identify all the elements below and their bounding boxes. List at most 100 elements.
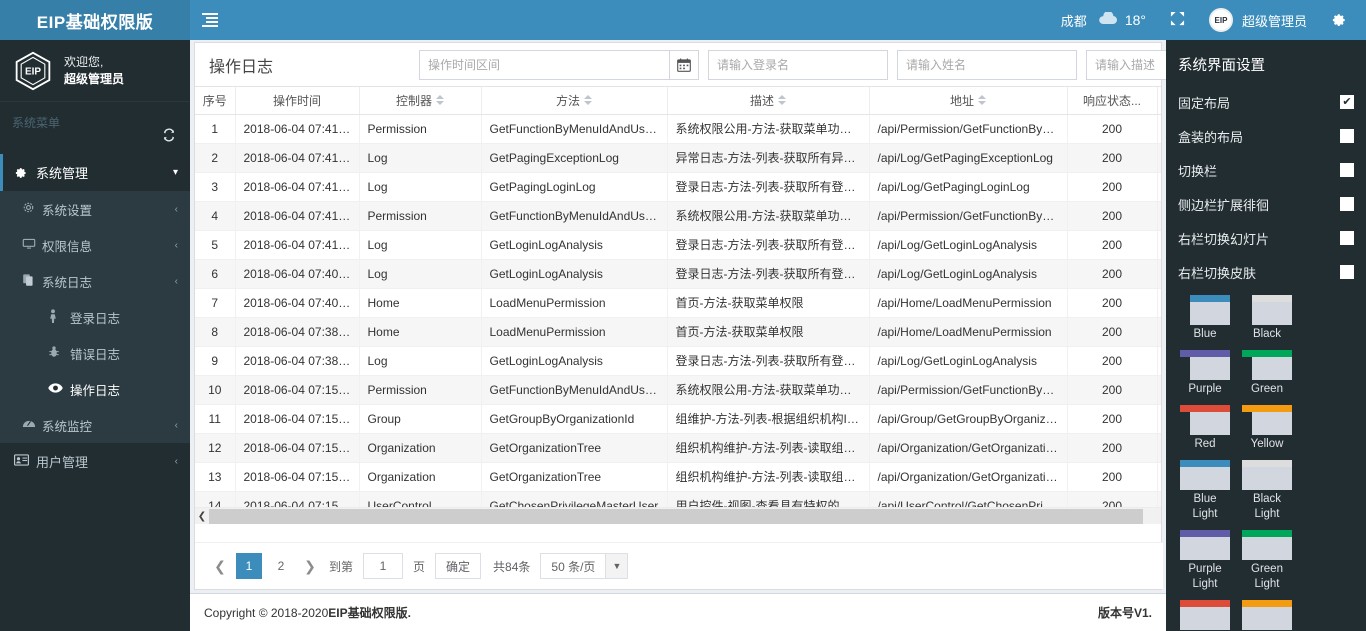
sidebar-item-operation-log[interactable]: 操作日志 <box>0 371 190 407</box>
skin-label: Purple <box>1188 383 1222 395</box>
pagination-next-button[interactable]: ❯ <box>297 553 323 579</box>
table-row[interactable]: 10 2018-06-04 07:15:23 Permission GetFuncti… <box>195 375 1161 405</box>
table-row[interactable]: 12 2018-06-04 07:15:23 Organization GetOrga… <box>195 433 1161 463</box>
setting-right-slide[interactable]: 右栏切换幻灯片 <box>1166 221 1366 255</box>
skin-option-yellow-light[interactable]: Yellow Light <box>1242 600 1302 631</box>
sort-icon[interactable] <box>584 95 592 106</box>
pagination-prev-button[interactable]: ❮ <box>207 553 233 579</box>
setting-toggle-bar[interactable]: 切换栏 <box>1166 153 1366 187</box>
column-header-address[interactable]: 地址 <box>869 87 1068 115</box>
skin-option-blue[interactable]: Blue <box>1180 295 1240 342</box>
chevron-down-icon[interactable]: ▼ <box>605 554 628 578</box>
sidebar-item-error-log[interactable]: 错误日志 <box>0 335 190 371</box>
setting-right-skin[interactable]: 右栏切换皮肤 <box>1166 255 1366 289</box>
table-row[interactable]: 7 2018-06-04 07:40:41 Home LoadMenuPermissi… <box>195 288 1161 318</box>
skin-option-red[interactable]: Red <box>1180 405 1240 452</box>
sidebar-item-system-log[interactable]: 系统日志 ‹ <box>0 263 190 299</box>
sidebar-item-user-management[interactable]: 用户管理 ‹ <box>0 443 190 480</box>
expand-icon[interactable] <box>1156 11 1199 29</box>
chevron-left-icon: ‹ <box>174 203 178 215</box>
checkbox-boxed-layout[interactable] <box>1340 129 1354 143</box>
table-row[interactable]: 8 2018-06-04 07:38:20 Home LoadMenuPermissi… <box>195 317 1161 347</box>
column-header-controller[interactable]: 控制器 <box>359 87 482 115</box>
table-row[interactable]: 11 2018-06-04 07:15:23 Group GetGroupByOrga… <box>195 404 1161 434</box>
date-range-input[interactable] <box>419 49 669 80</box>
sort-icon[interactable] <box>436 95 444 106</box>
settings-panel-title: 系统界面设置 <box>1178 58 1265 74</box>
real-name-input[interactable] <box>897 49 1077 80</box>
cell-method: LoadMenuPermission <box>481 317 668 347</box>
skin-option-red-light[interactable]: Red Light <box>1180 600 1240 631</box>
skin-option-blue-light[interactable]: Blue Light <box>1180 460 1240 522</box>
checkbox-right-skin[interactable] <box>1340 265 1354 279</box>
column-header-method[interactable]: 方法 <box>481 87 668 115</box>
setting-fixed-layout[interactable]: 固定布局 ✔ <box>1166 85 1366 119</box>
cell-description: 首页-方法-获取菜单权限 <box>667 288 870 318</box>
cell-partial: 0 <box>1157 346 1161 376</box>
sidebar-item-system-monitor[interactable]: 系统监控 ‹ <box>0 407 190 443</box>
table-row[interactable]: 4 2018-06-04 07:41:06 Permission GetFunctio… <box>195 201 1161 231</box>
cell-controller: Log <box>359 230 482 260</box>
skin-option-purple-light[interactable]: Purple Light <box>1180 530 1240 592</box>
table-row[interactable]: 5 2018-06-04 07:41:06 Log GetLoginLogAnalys… <box>195 230 1161 260</box>
horizontal-scrollbar[interactable]: ❮ <box>195 507 1161 524</box>
table-scroll-container[interactable]: 序号 操作时间 控制器 方法 描述 地址 响应状态... 1 2018-06-0… <box>195 87 1161 524</box>
table-row[interactable]: 9 2018-06-04 07:38:19 Log GetLoginLogAnalys… <box>195 346 1161 376</box>
cell-time: 2018-06-04 07:40:41 <box>235 288 360 318</box>
chevron-left-icon[interactable]: ❮ <box>195 508 209 524</box>
checkbox-right-slide[interactable] <box>1340 231 1354 245</box>
cell-time: 2018-06-04 07:15:23 <box>235 404 360 434</box>
checkbox-toggle-bar[interactable] <box>1340 163 1354 177</box>
top-header: EIP基础权限版 成都 18° EIP 超级管理员 <box>0 0 1366 40</box>
pagination-page-2[interactable]: 2 <box>268 553 294 579</box>
table-row[interactable]: 1 2018-06-04 07:41:45 Permission GetFunctio… <box>195 114 1161 144</box>
refresh-icon[interactable] <box>162 128 176 145</box>
sidebar-item-permission-info[interactable]: 权限信息 ‹ <box>0 227 190 263</box>
table-row[interactable]: 13 2018-06-04 07:15:06 Organization GetOrga… <box>195 462 1161 492</box>
table-row[interactable]: 6 2018-06-04 07:40:43 Log GetLoginLogAnalys… <box>195 259 1161 289</box>
scrollbar-thumb[interactable] <box>209 509 1143 524</box>
calendar-icon[interactable] <box>669 49 699 80</box>
checkbox-sidebar-expand-hover[interactable] <box>1340 197 1354 211</box>
cell-time: 2018-06-04 07:15:06 <box>235 462 360 492</box>
sidebar-item-system-management[interactable]: 系统管理 ▾ <box>0 154 190 191</box>
cell-description: 登录日志-方法-列表-获取所有登录... <box>667 172 870 202</box>
skin-option-green-light[interactable]: Green Light <box>1242 530 1302 592</box>
eip-logo-icon: EIP <box>12 50 54 92</box>
skin-label: Purple Light <box>1188 563 1222 590</box>
brand-logo[interactable]: EIP基础权限版 <box>0 0 190 40</box>
skin-option-black[interactable]: Black <box>1242 295 1302 342</box>
sidebar-item-login-log[interactable]: 登录日志 <box>0 299 190 335</box>
sort-icon[interactable] <box>978 95 986 106</box>
skin-option-yellow[interactable]: Yellow <box>1242 405 1302 452</box>
cell-description: 系统权限公用-方法-获取菜单功能... <box>667 114 870 144</box>
cell-status: 200 <box>1067 259 1158 289</box>
checkbox-fixed-layout[interactable]: ✔ <box>1340 95 1354 109</box>
skin-option-green[interactable]: Green <box>1242 350 1302 397</box>
goto-page-input[interactable] <box>363 553 404 579</box>
skin-option-purple[interactable]: Purple <box>1180 350 1240 397</box>
sort-icon[interactable] <box>778 95 786 106</box>
hamburger-icon[interactable] <box>190 0 230 40</box>
skin-option-black-light[interactable]: Black Light <box>1242 460 1302 522</box>
cell-method: GetLoginLogAnalysis <box>481 230 668 260</box>
table-row[interactable]: 3 2018-06-04 07:41:07 Log GetPagingLoginLog… <box>195 172 1161 202</box>
setting-boxed-layout[interactable]: 盒装的布局 <box>1166 119 1366 153</box>
cell-description: 登录日志-方法-列表-获取所有登录... <box>667 346 870 376</box>
setting-sidebar-expand-hover[interactable]: 侧边栏扩展徘徊 <box>1166 187 1366 221</box>
page-size-select[interactable]: 50 条/页 ▼ <box>540 553 629 579</box>
column-header-time: 操作时间 <box>235 87 360 115</box>
gear-icon[interactable] <box>1317 11 1358 30</box>
svg-text:EIP: EIP <box>25 66 41 77</box>
pagination-page-1[interactable]: 1 <box>236 553 262 579</box>
column-label: 序号 <box>202 93 227 108</box>
sidebar-item-system-settings[interactable]: 系统设置 ‹ <box>0 191 190 227</box>
confirm-button[interactable]: 确定 <box>435 553 482 579</box>
login-name-input[interactable] <box>708 49 888 80</box>
user-menu[interactable]: EIP 超级管理员 <box>1199 8 1317 32</box>
column-header-description[interactable]: 描述 <box>667 87 870 115</box>
skin-swatch <box>1242 530 1292 560</box>
person-icon <box>48 308 70 326</box>
chevron-down-icon: ▾ <box>172 167 178 178</box>
table-row[interactable]: 2 2018-06-04 07:41:45 Log GetPagingExceptio… <box>195 143 1161 173</box>
